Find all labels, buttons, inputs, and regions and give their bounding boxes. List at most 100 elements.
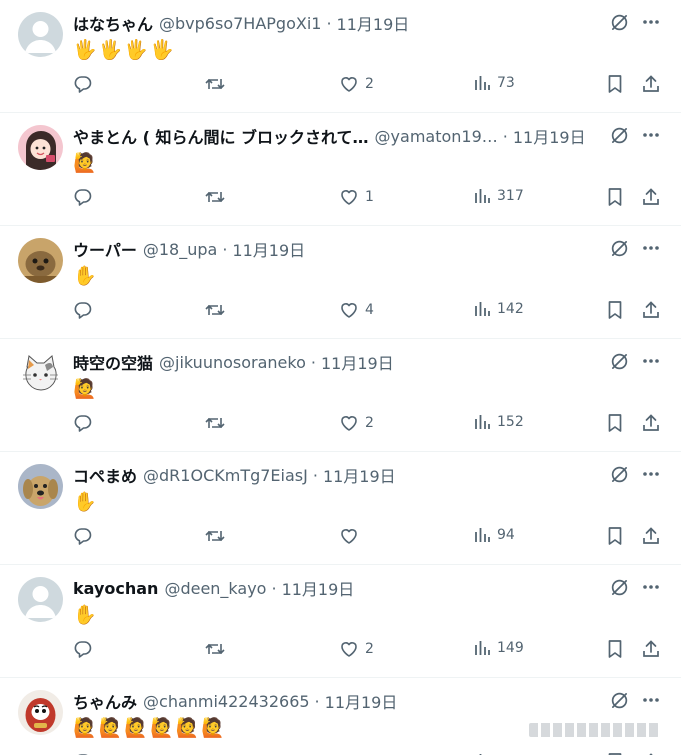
retweet-button[interactable] [204, 74, 226, 94]
reply-button[interactable] [73, 187, 93, 207]
bookmark-button[interactable] [606, 413, 624, 433]
tweet-5[interactable]: コペまめ @dR1OCKmTg7EiasJ · 11月19日 ✋ 94 [0, 452, 681, 565]
views-count: 94 [497, 527, 515, 543]
share-button[interactable] [641, 413, 661, 433]
share-icon [641, 413, 661, 433]
grok-icon[interactable] [609, 577, 629, 597]
display-name[interactable]: ちゃんみ [73, 689, 137, 713]
default-avatar[interactable] [18, 12, 63, 57]
user-handle[interactable]: @chanmi422432665 [143, 692, 310, 711]
views-button[interactable]: 73 [473, 74, 515, 92]
share-button[interactable] [641, 300, 661, 320]
more-icon[interactable] [641, 690, 661, 710]
display-name[interactable]: やまとん ( 知らん間に ブロックされて… [73, 124, 369, 148]
share-icon [641, 74, 661, 94]
bookmark-button[interactable] [606, 74, 624, 94]
grok-icon[interactable] [609, 12, 629, 32]
animal-photo-avatar[interactable] [18, 238, 63, 283]
like-icon [339, 300, 359, 320]
more-icon[interactable] [641, 464, 661, 484]
tweet-text: 🙋 [73, 378, 99, 400]
user-handle[interactable]: @dR1OCKmTg7EiasJ [143, 466, 308, 485]
retweet-button[interactable] [204, 187, 226, 207]
views-button[interactable]: 94 [473, 526, 515, 544]
views-icon [473, 74, 491, 92]
reply-button[interactable] [73, 74, 93, 94]
tweet-date[interactable]: 11月19日 [337, 11, 410, 35]
default-avatar[interactable] [18, 577, 63, 622]
like-count: 2 [365, 76, 374, 92]
reply-icon [73, 413, 93, 433]
more-icon[interactable] [641, 125, 661, 145]
user-handle[interactable]: @deen_kayo [164, 579, 266, 598]
separator-dot: · [310, 352, 316, 372]
share-button[interactable] [641, 187, 661, 207]
share-button[interactable] [641, 74, 661, 94]
bookmark-button[interactable] [606, 300, 624, 320]
bookmark-button[interactable] [606, 526, 624, 546]
views-button[interactable]: 317 [473, 187, 524, 205]
tweet-date[interactable]: 11月19日 [321, 350, 394, 374]
more-icon[interactable] [641, 577, 661, 597]
like-button[interactable]: 4 [339, 300, 374, 320]
user-handle[interactable]: @yamaton19… [375, 127, 498, 146]
reply-button[interactable] [73, 413, 93, 433]
separator-dot: · [271, 578, 277, 598]
like-button[interactable]: 1 [339, 187, 374, 207]
like-button[interactable]: 2 [339, 74, 374, 94]
retweet-button[interactable] [204, 639, 226, 659]
like-icon [339, 74, 359, 94]
views-button[interactable]: 142 [473, 300, 524, 318]
retweet-icon [204, 639, 226, 659]
retweet-button[interactable] [204, 413, 226, 433]
retweet-button[interactable] [204, 300, 226, 320]
reply-button[interactable] [73, 526, 93, 546]
tweet-4[interactable]: 時空の空猫 @jikuunosoraneko · 11月19日 🙋 2 152 [0, 339, 681, 452]
reply-button[interactable] [73, 639, 93, 659]
tweet-date[interactable]: 11月19日 [323, 463, 396, 487]
dog-photo-avatar[interactable] [18, 464, 63, 509]
views-button[interactable]: 149 [473, 639, 524, 657]
share-button[interactable] [641, 526, 661, 546]
like-button[interactable]: 2 [339, 639, 374, 659]
grok-icon[interactable] [609, 238, 629, 258]
tweet-date[interactable]: 11月19日 [325, 689, 398, 713]
like-button[interactable]: 2 [339, 413, 374, 433]
user-handle[interactable]: @18_upa [143, 240, 217, 259]
grok-icon[interactable] [609, 351, 629, 371]
bookmark-button[interactable] [606, 639, 624, 659]
cat-illustration-avatar[interactable] [18, 351, 63, 396]
display-name[interactable]: ウーパー [73, 237, 137, 261]
more-icon[interactable] [641, 351, 661, 371]
user-handle[interactable]: @bvp6so7HAPgoXi1 [159, 14, 321, 33]
tweet-1[interactable]: はなちゃん @bvp6so7HAPgoXi1 · 11月19日 🖐🖐🖐🖐 2 7… [0, 0, 681, 113]
grok-icon[interactable] [609, 464, 629, 484]
views-count: 73 [497, 75, 515, 91]
views-count: 142 [497, 301, 524, 317]
tweet-date[interactable]: 11月19日 [232, 237, 305, 261]
grok-icon[interactable] [609, 125, 629, 145]
tweet-date[interactable]: 11月19日 [282, 576, 355, 600]
share-button[interactable] [641, 639, 661, 659]
display-name[interactable]: kayochan [73, 579, 158, 598]
more-icon[interactable] [641, 238, 661, 258]
display-name[interactable]: 時空の空猫 [73, 350, 153, 374]
reply-icon [73, 526, 93, 546]
display-name[interactable]: コペまめ [73, 463, 137, 487]
bookmark-button[interactable] [606, 187, 624, 207]
tweet-2[interactable]: やまとん ( 知らん間に ブロックされて… @yamaton19… · 11月1… [0, 113, 681, 226]
share-icon [641, 526, 661, 546]
views-button[interactable]: 152 [473, 413, 524, 431]
more-icon[interactable] [641, 12, 661, 32]
tweet-6[interactable]: kayochan @deen_kayo · 11月19日 ✋ 2 149 [0, 565, 681, 678]
daruma-avatar[interactable] [18, 690, 63, 735]
retweet-button[interactable] [204, 526, 226, 546]
tweet-3[interactable]: ウーパー @18_upa · 11月19日 ✋ 4 142 [0, 226, 681, 339]
user-handle[interactable]: @jikuunosoraneko [159, 353, 306, 372]
grok-icon[interactable] [609, 690, 629, 710]
like-button[interactable] [339, 526, 365, 546]
girl-illustration-avatar[interactable] [18, 125, 63, 170]
display-name[interactable]: はなちゃん [73, 11, 153, 35]
reply-button[interactable] [73, 300, 93, 320]
tweet-date[interactable]: 11月19日 [513, 124, 586, 148]
